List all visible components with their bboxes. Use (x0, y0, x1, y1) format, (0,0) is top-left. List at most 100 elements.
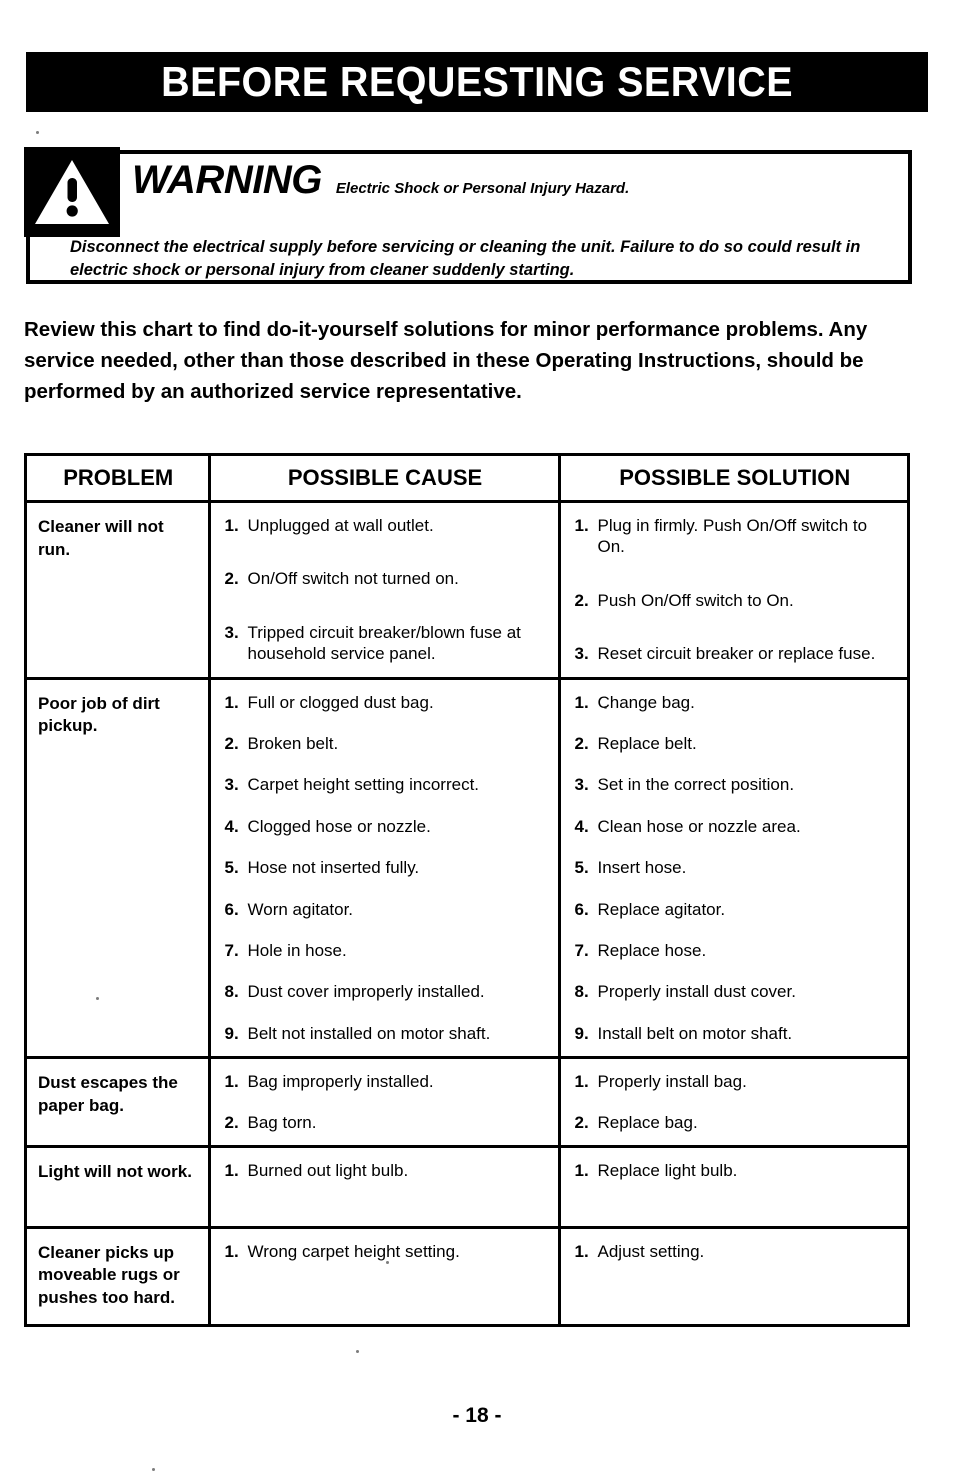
list-item-number: 1. (574, 1161, 589, 1181)
list-item: 7. Hole in hose. (225, 940, 548, 961)
list-item: 1. Full or clogged dust bag. (225, 692, 548, 713)
list-item: 8. Dust cover improperly installed. (225, 981, 548, 1002)
list-item: 1. Change bag. (575, 692, 898, 713)
list-item-number: 4. (224, 816, 239, 836)
problem-label: Light will not work. (38, 1162, 192, 1182)
list-item-number: 4. (574, 816, 589, 836)
manual-page: BEFORE REQUESTING SERVICE WARNING Electr… (0, 0, 954, 1483)
list-item-text: Broken belt. (247, 734, 339, 754)
cause-cell: 1. Unplugged at wall outlet. 2. On/Off swi… (209, 501, 561, 680)
list-item-number: 2. (574, 590, 589, 610)
list-item: 6. Replace agitator. (575, 899, 898, 920)
list-item-number: 8. (574, 982, 589, 1002)
page-title: BEFORE REQUESTING SERVICE (161, 58, 793, 105)
column-header-solution: POSSIBLE SOLUTION (559, 456, 907, 503)
warning-triangle-icon (35, 160, 109, 224)
list-item: 2. Replace belt. (575, 733, 898, 754)
list-item-number: 2. (574, 734, 589, 754)
list-item: 2. On/Off switch not turned on. (225, 568, 548, 589)
list-item-number: 3. (574, 644, 589, 664)
list-item-text: Worn agitator. (247, 899, 354, 919)
list-item-text: Clean hose or nozzle area. (597, 816, 801, 836)
troubleshooting-table: PROBLEM POSSIBLE CAUSE POSSIBLE SOLUTION… (27, 456, 907, 1324)
list-item-number: 3. (574, 775, 589, 795)
list-item-number: 6. (574, 899, 589, 919)
list-item: 2. Bag torn. (225, 1112, 548, 1133)
page-number: - 18 - (452, 1404, 502, 1427)
list-item-number: 5. (574, 858, 589, 878)
cause-cell: 1. Bag improperly installed. 2. Bag torn. (209, 1057, 561, 1149)
problem-cell: Light will not work. (27, 1146, 211, 1229)
cause-cell: 1. Wrong carpet height setting. (209, 1227, 561, 1324)
list-item-text: Burned out light bulb. (247, 1161, 409, 1181)
scan-speck (604, 706, 607, 709)
table-body: Cleaner will not run. 1. Unplugged at wal… (27, 501, 907, 1324)
warning-icon-block (24, 147, 120, 237)
list-item: 5. Insert hose. (575, 857, 898, 878)
solution-list: 1. Plug in firmly. Push On/Off switch to … (575, 515, 898, 665)
list-item-number: 6. (224, 899, 239, 919)
list-item: 3. Set in the correct position. (575, 774, 898, 795)
list-item-text: Hole in hose. (247, 941, 347, 961)
list-item-text: Properly install dust cover. (597, 982, 796, 1002)
scan-speck (96, 997, 99, 1000)
problem-cell: Dust escapes the paper bag. (27, 1057, 211, 1149)
problem-cell: Cleaner will not run. (27, 501, 211, 680)
list-item-number: 7. (224, 941, 239, 961)
list-item: 2. Push On/Off switch to On. (575, 590, 898, 611)
list-item-number: 1. (224, 692, 239, 712)
list-item-text: On/Off switch not turned on. (247, 569, 459, 589)
list-item-number: 1. (224, 1161, 239, 1181)
list-item: 1. Unplugged at wall outlet. (225, 515, 548, 536)
list-item-text: Properly install bag. (597, 1072, 747, 1092)
problem-label: Cleaner will not run. (38, 517, 164, 559)
solution-cell: 1. Replace light bulb. (559, 1146, 907, 1229)
cause-list: 1. Bag improperly installed. 2. Bag torn. (225, 1071, 548, 1133)
cause-list: 1. Full or clogged dust bag. 2. Broken bel… (225, 692, 548, 1045)
list-item: 4. Clogged hose or nozzle. (225, 816, 548, 837)
cause-cell: 1. Full or clogged dust bag. 2. Broken bel… (209, 678, 561, 1060)
table-row: Cleaner will not run. 1. Unplugged at wal… (27, 501, 907, 680)
page-header-banner: BEFORE REQUESTING SERVICE (26, 52, 928, 112)
solution-cell: 1. Adjust setting. (559, 1227, 907, 1324)
list-item-text: Install belt on motor shaft. (597, 1023, 793, 1043)
troubleshooting-table-wrapper: PROBLEM POSSIBLE CAUSE POSSIBLE SOLUTION… (24, 453, 910, 1327)
list-item-text: Change bag. (597, 692, 695, 712)
cause-list: 1. Wrong carpet height setting. (225, 1241, 548, 1262)
column-header-cause: POSSIBLE CAUSE (209, 456, 561, 503)
list-item-number: 9. (574, 1023, 589, 1043)
table-row: Dust escapes the paper bag. 1. Bag improp… (27, 1057, 907, 1149)
table-row: Light will not work. 1. Burned out light … (27, 1146, 907, 1229)
list-item-text: Adjust setting. (597, 1241, 705, 1261)
list-item-text: Belt not installed on motor shaft. (247, 1023, 491, 1043)
scan-speck (356, 1350, 359, 1353)
list-item-number: 1. (224, 1241, 239, 1261)
table-header-row: PROBLEM POSSIBLE CAUSE POSSIBLE SOLUTION (27, 456, 907, 503)
list-item: 2. Broken belt. (225, 733, 548, 754)
scan-speck (36, 131, 39, 134)
solution-cell: 1. Properly install bag. 2. Replace bag. (559, 1057, 907, 1149)
list-item: 7. Replace hose. (575, 940, 898, 961)
list-item-number: 2. (224, 569, 239, 589)
list-item-number: 1. (224, 516, 239, 535)
list-item: 8. Properly install dust cover. (575, 981, 898, 1002)
solution-list: 1. Properly install bag. 2. Replace bag. (575, 1071, 898, 1133)
list-item-text: Carpet height setting incorrect. (247, 775, 480, 795)
column-header-problem: PROBLEM (27, 456, 211, 503)
list-item: 1. Adjust setting. (575, 1241, 898, 1262)
list-item: 1. Properly install bag. (575, 1071, 898, 1092)
scan-speck (152, 1468, 155, 1471)
list-item: 3. Carpet height setting incorrect. (225, 774, 548, 795)
list-item-text: Hose not inserted fully. (247, 858, 420, 878)
list-item: 1. Bag improperly installed. (225, 1071, 548, 1092)
cause-list: 1. Unplugged at wall outlet. 2. On/Off swi… (225, 515, 548, 665)
problem-label: Dust escapes the paper bag. (38, 1073, 178, 1116)
list-item-text: Insert hose. (597, 858, 687, 878)
list-item: 6. Worn agitator. (225, 899, 548, 920)
list-item-text: Unplugged at wall outlet. (247, 516, 434, 535)
list-item: 1. Replace light bulb. (575, 1160, 898, 1181)
intro-paragraph: Review this chart to find do-it-yourself… (24, 318, 868, 404)
list-item-number: 1. (574, 516, 589, 535)
solution-list: 1. Adjust setting. (575, 1241, 898, 1262)
list-item: 1. Wrong carpet height setting. (225, 1241, 548, 1262)
